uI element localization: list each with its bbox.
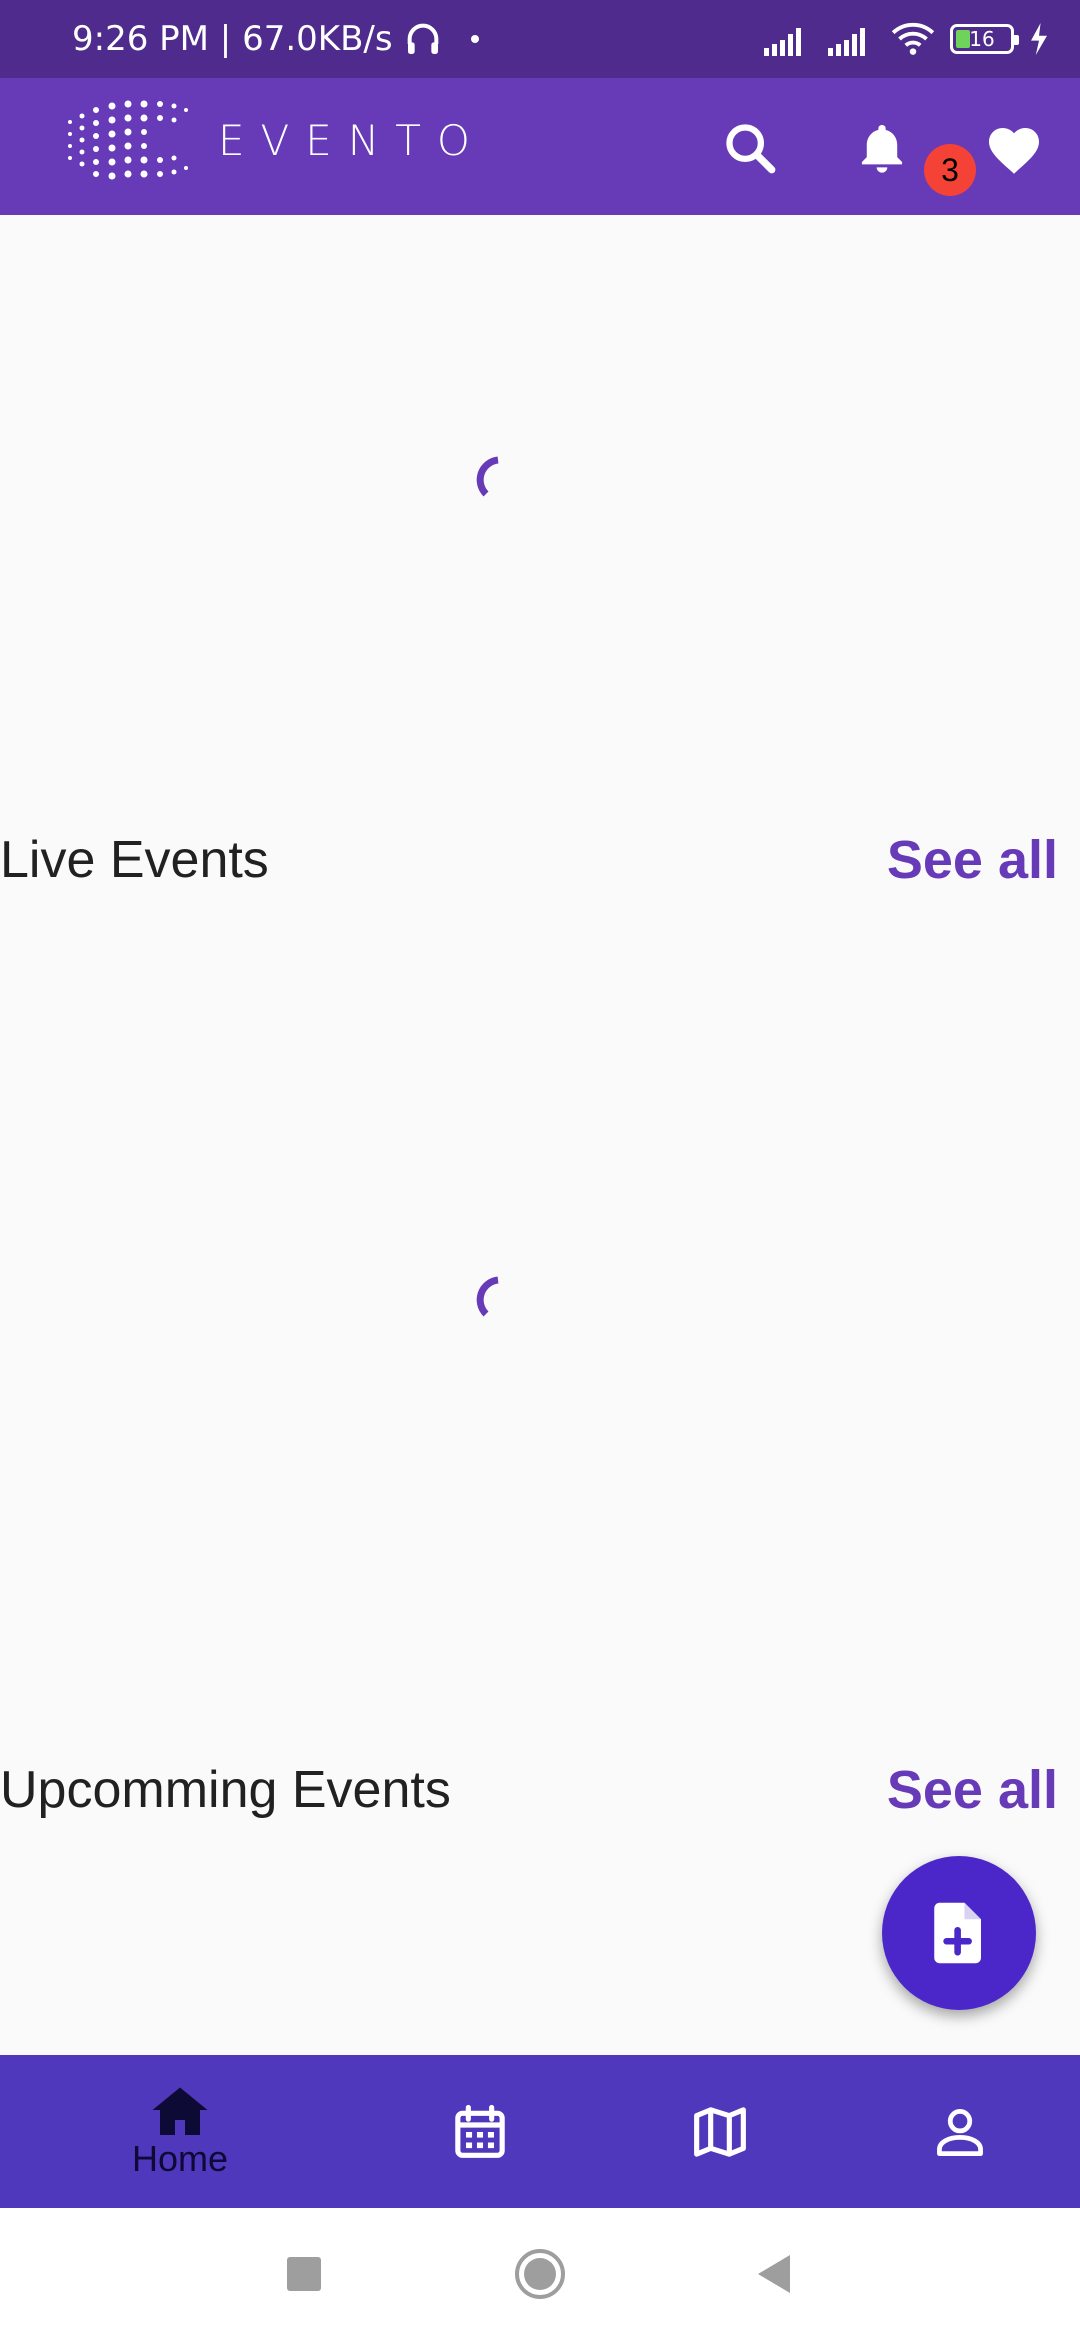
battery-level: 16 xyxy=(969,27,995,51)
map-icon xyxy=(694,2106,746,2157)
loading-spinner xyxy=(476,456,499,497)
status-left: 9:26 PM | 67.0KB/s xyxy=(72,0,479,78)
status-time-speed: 9:26 PM | 67.0KB/s xyxy=(72,19,393,59)
status-right: 16 xyxy=(762,0,1050,78)
recents-icon xyxy=(287,2257,321,2291)
headphones-icon xyxy=(407,23,438,54)
wifi-icon xyxy=(891,22,935,55)
heart-icon xyxy=(989,128,1039,174)
system-navigation-bar xyxy=(0,2208,1080,2340)
back-button[interactable] xyxy=(744,2244,804,2304)
upcoming-events-see-all-link[interactable]: See all xyxy=(887,1750,1058,1830)
logo-mark-icon xyxy=(68,100,188,180)
bell-icon xyxy=(861,125,903,173)
app-bar: EVENTO 3 xyxy=(0,78,1080,215)
back-icon xyxy=(758,2255,790,2293)
notifications-button[interactable] xyxy=(842,108,922,188)
create-event-fab[interactable] xyxy=(882,1856,1036,2010)
notification-dot xyxy=(470,35,479,43)
charging-icon xyxy=(1031,23,1047,55)
app-logo-text: EVENTO xyxy=(218,116,486,165)
upcoming-events-title: Upcomming Events xyxy=(0,1761,451,1819)
add-document-icon xyxy=(934,1902,981,1964)
nav-home-label: Home xyxy=(131,2137,229,2179)
status-bar: 9:26 PM | 67.0KB/s 16 xyxy=(0,0,1080,78)
live-events-header: Live Events See all xyxy=(0,820,1080,900)
live-events-title: Live Events xyxy=(0,831,269,889)
recents-button[interactable] xyxy=(274,2244,334,2304)
notification-count-badge: 3 xyxy=(924,144,976,196)
search-button[interactable] xyxy=(710,108,790,188)
search-icon xyxy=(726,124,776,174)
battery-indicator: 16 xyxy=(950,24,1019,54)
upcoming-events-header: Upcomming Events See all xyxy=(0,1750,1080,1830)
nav-map[interactable] xyxy=(670,2055,770,2208)
live-events-see-all-link[interactable]: See all xyxy=(887,820,1058,900)
bottom-navigation: Home xyxy=(0,2055,1080,2208)
signal-icon-2 xyxy=(828,28,865,56)
home-circle-icon xyxy=(515,2249,565,2299)
nav-home[interactable]: Home xyxy=(100,2055,260,2208)
calendar-icon xyxy=(455,2104,505,2158)
profile-icon xyxy=(937,2108,983,2156)
signal-icon xyxy=(764,28,801,56)
system-home-button[interactable] xyxy=(510,2244,570,2304)
home-icon xyxy=(152,2087,208,2135)
nav-profile[interactable] xyxy=(910,2055,1010,2208)
nav-calendar[interactable] xyxy=(430,2055,530,2208)
loading-spinner xyxy=(476,1276,499,1317)
favorites-button[interactable] xyxy=(974,108,1054,188)
